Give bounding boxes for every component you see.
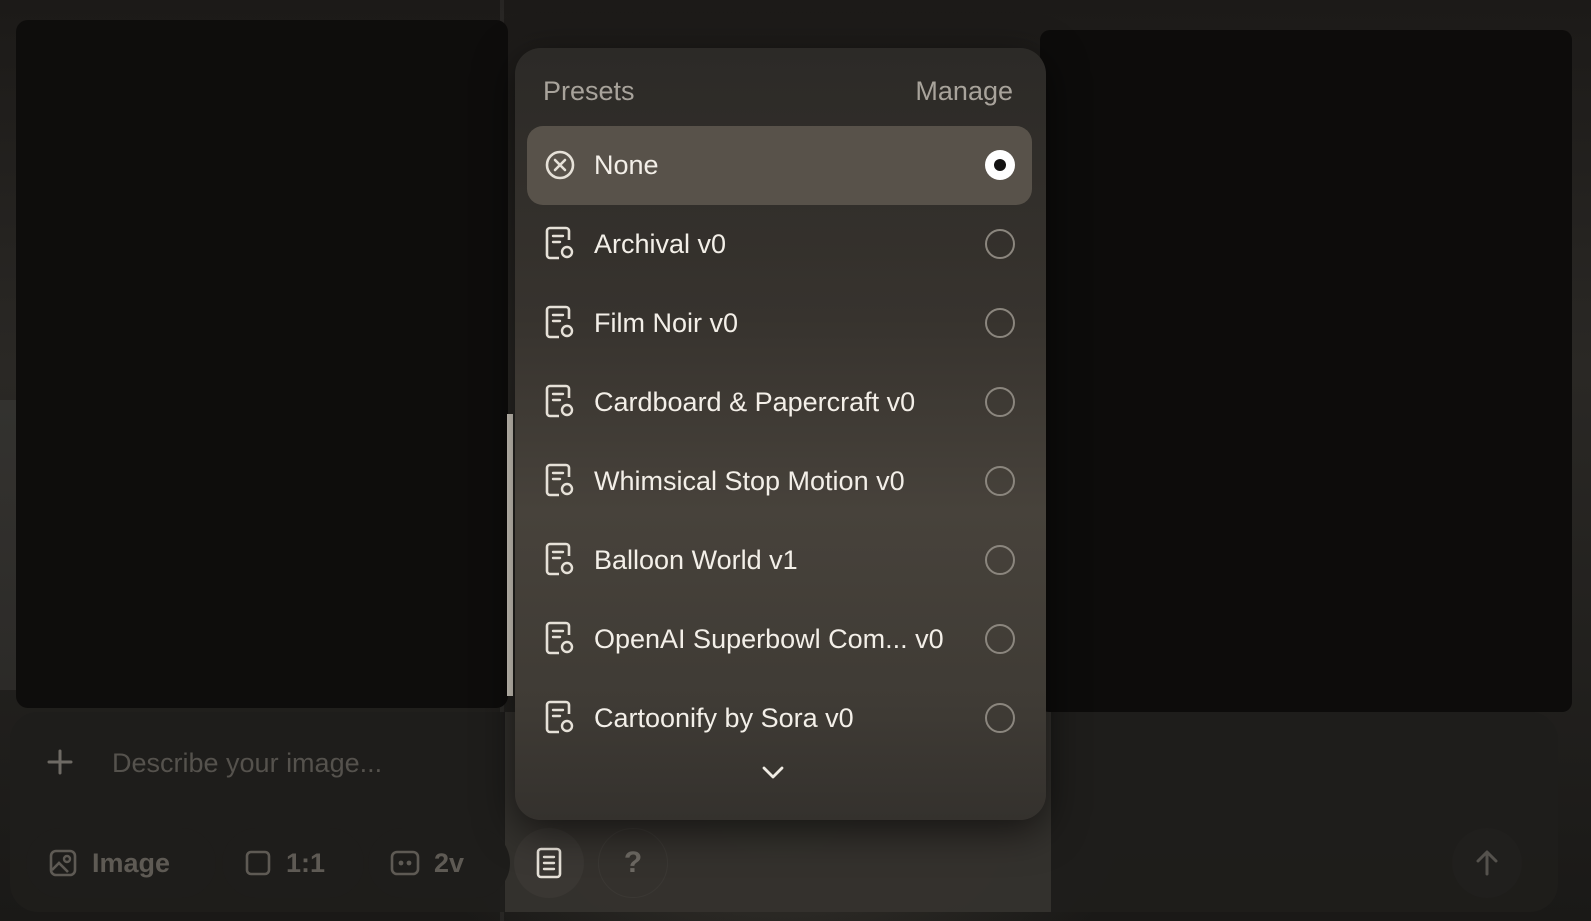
presets-list: None Archival v0 Film Noir v0 Cardboard … bbox=[527, 126, 1032, 758]
presets-menu-header: Presets Manage bbox=[515, 76, 1046, 116]
add-button[interactable] bbox=[44, 746, 76, 778]
chevron-down-icon bbox=[762, 766, 784, 779]
image-icon bbox=[49, 849, 77, 877]
arrow-up-icon bbox=[1476, 850, 1498, 876]
preset-radio[interactable] bbox=[985, 308, 1015, 338]
plus-icon bbox=[47, 749, 73, 775]
image-strip bbox=[507, 414, 513, 696]
help-label: ? bbox=[623, 846, 643, 879]
preset-icon bbox=[545, 384, 574, 418]
preset-label: None bbox=[594, 150, 659, 180]
presets-button[interactable] bbox=[514, 828, 584, 898]
preset-icon bbox=[545, 463, 574, 497]
preset-radio[interactable] bbox=[985, 624, 1015, 654]
preset-item-film-noir[interactable]: Film Noir v0 bbox=[527, 284, 1032, 363]
left-panel bbox=[16, 20, 508, 708]
preset-label: Film Noir v0 bbox=[594, 308, 739, 338]
preset-label: Archival v0 bbox=[594, 229, 727, 259]
preset-label: Cardboard & Papercraft v0 bbox=[594, 387, 916, 417]
preset-icon bbox=[545, 621, 574, 655]
preset-label: Whimsical Stop Motion v0 bbox=[594, 466, 905, 496]
variations-label: 2v bbox=[434, 847, 465, 878]
variations-icon bbox=[390, 850, 420, 876]
preset-item-balloon-world[interactable]: Balloon World v1 bbox=[527, 521, 1032, 600]
preset-radio[interactable] bbox=[985, 545, 1015, 575]
preset-radio[interactable] bbox=[985, 466, 1015, 496]
preset-icon bbox=[545, 700, 574, 734]
preset-item-archival[interactable]: Archival v0 bbox=[527, 205, 1032, 284]
show-more-button[interactable] bbox=[753, 756, 793, 788]
variations-button[interactable]: 2v bbox=[368, 828, 510, 898]
preset-item-cardboard-papercraft[interactable]: Cardboard & Papercraft v0 bbox=[527, 363, 1032, 442]
preset-icon bbox=[545, 226, 574, 260]
manage-presets-link[interactable]: Manage bbox=[915, 76, 1013, 107]
preset-radio[interactable] bbox=[985, 229, 1015, 259]
preset-icon bbox=[536, 847, 562, 879]
preset-label: Cartoonify by Sora v0 bbox=[594, 703, 854, 733]
aspect-ratio-label: 1:1 bbox=[286, 847, 326, 878]
aspect-ratio-button[interactable]: 1:1 bbox=[222, 828, 364, 898]
submit-button[interactable] bbox=[1452, 828, 1522, 898]
preset-icon bbox=[545, 305, 574, 339]
right-panel bbox=[1040, 30, 1572, 712]
image-type-label: Image bbox=[92, 847, 171, 878]
help-button[interactable]: ? bbox=[598, 828, 668, 898]
preset-radio[interactable] bbox=[985, 387, 1015, 417]
x-circle-icon bbox=[545, 150, 575, 180]
preset-label: Balloon World v1 bbox=[594, 545, 798, 575]
preset-item-openai-superbowl[interactable]: OpenAI Superbowl Com... v0 bbox=[527, 600, 1032, 679]
preset-item-cartoonify[interactable]: Cartoonify by Sora v0 bbox=[527, 679, 1032, 758]
square-icon bbox=[245, 850, 271, 876]
presets-menu-title: Presets bbox=[543, 76, 635, 106]
preset-radio[interactable] bbox=[985, 703, 1015, 733]
presets-menu: Presets Manage None Archival v0 Film Noi… bbox=[515, 48, 1046, 820]
preset-icon bbox=[545, 542, 574, 576]
prompt-input[interactable] bbox=[110, 742, 534, 784]
preset-item-none[interactable]: None bbox=[527, 126, 1032, 205]
preset-item-whimsical-stop-motion[interactable]: Whimsical Stop Motion v0 bbox=[527, 442, 1032, 521]
image-type-button[interactable]: Image bbox=[26, 828, 216, 898]
preset-label: OpenAI Superbowl Com... v0 bbox=[594, 624, 944, 654]
preset-radio[interactable] bbox=[985, 150, 1015, 180]
